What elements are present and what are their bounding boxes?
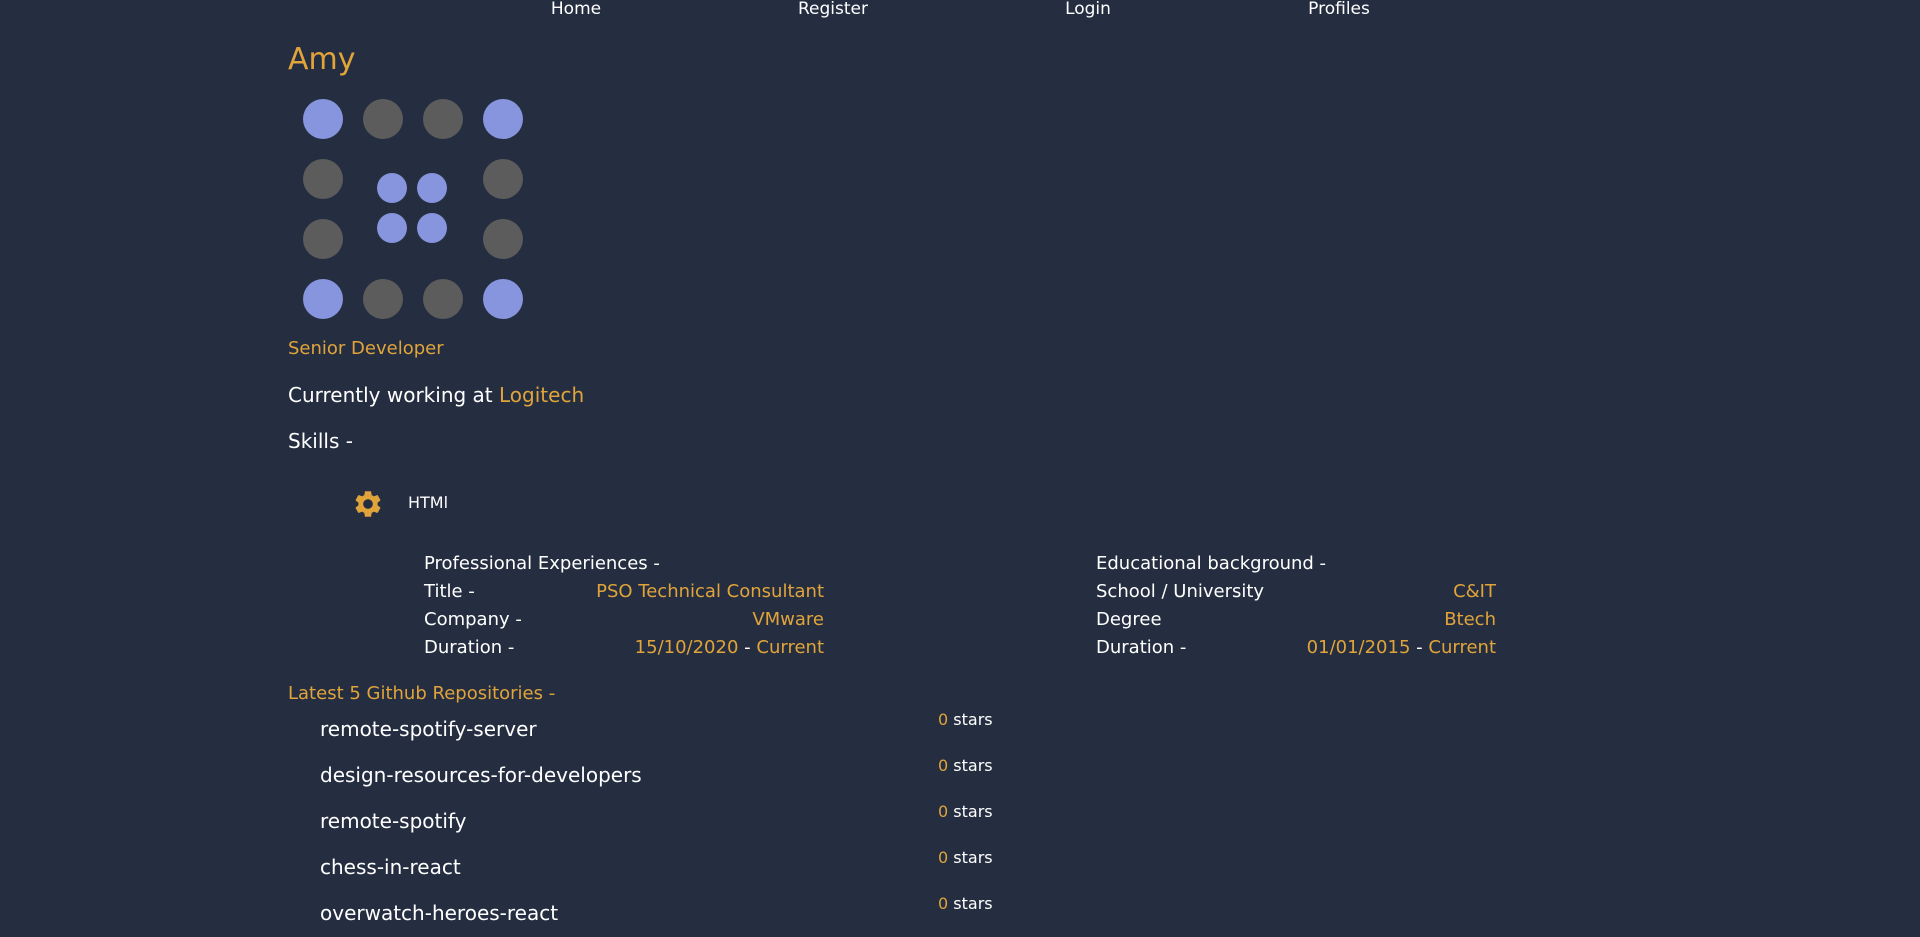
experience-company-value: VMware (752, 609, 824, 630)
experience-duration-sep: - (744, 637, 751, 658)
repo-stars-word: stars (953, 894, 993, 913)
repos-heading: Latest 5 Github Repositories - (288, 683, 556, 704)
repo-stars-word: stars (953, 848, 993, 867)
current-company: Logitech (499, 383, 585, 407)
repo-link[interactable]: remote-spotify (320, 809, 466, 833)
avatar-dot (303, 99, 343, 139)
profile-role: Senior Developer (288, 338, 444, 359)
avatar-dot (423, 99, 463, 139)
avatar-dot (377, 213, 407, 243)
education-school-label: School / University (1096, 581, 1265, 602)
repo-stars: 0 stars (938, 756, 993, 775)
repo-stars: 0 stars (938, 894, 993, 913)
skills-heading: Skills - (288, 429, 353, 453)
education-degree-label: Degree (1096, 609, 1162, 630)
avatar (288, 90, 528, 330)
repo-stars-count: 0 (938, 894, 949, 913)
experience-section: Professional Experiences - Title - PSO T… (424, 553, 824, 665)
repo-stars-count: 0 (938, 710, 949, 729)
repo-link[interactable]: chess-in-react (320, 855, 461, 879)
education-heading-row: Educational background - (1096, 553, 1496, 581)
nav-profiles-link[interactable]: Profiles (1308, 0, 1370, 19)
profile-page: Home Register Login Profiles Amy Senior … (0, 0, 1920, 937)
education-duration-to: Current (1428, 637, 1496, 658)
education-duration-row: Duration - 01/01/2015 - Current (1096, 637, 1496, 665)
repo-stars-count: 0 (938, 848, 949, 867)
repo-stars-word: stars (953, 710, 993, 729)
repo-link[interactable]: remote-spotify-server (320, 717, 537, 741)
gear-icon (355, 491, 381, 517)
skill-label: HTMl (408, 493, 449, 512)
nav-home-link[interactable]: Home (551, 0, 601, 19)
repo-link[interactable]: design-resources-for-developers (320, 763, 642, 787)
avatar-dot (483, 279, 523, 319)
repo-stars: 0 stars (938, 802, 993, 821)
experience-title-label: Title - (424, 581, 475, 602)
education-duration-value: 01/01/2015 - Current (1307, 637, 1496, 658)
repo-stars-word: stars (953, 802, 993, 821)
experience-duration-row: Duration - 15/10/2020 - Current (424, 637, 824, 665)
avatar-dot (303, 279, 343, 319)
education-heading: Educational background - (1096, 553, 1327, 574)
experience-title-value: PSO Technical Consultant (596, 581, 824, 602)
experience-duration-value: 15/10/2020 - Current (635, 637, 824, 658)
avatar-dot (363, 279, 403, 319)
current-employment: Currently working at Logitech (288, 383, 584, 407)
avatar-dot (417, 173, 447, 203)
avatar-dot (483, 219, 523, 259)
repo-stars: 0 stars (938, 710, 993, 729)
experience-duration-from: 15/10/2020 (634, 637, 739, 658)
repo-stars-count: 0 (938, 756, 949, 775)
education-section: Educational background - School / Univer… (1096, 553, 1496, 665)
nav-register-link[interactable]: Register (798, 0, 868, 19)
education-school-value: C&IT (1453, 581, 1496, 602)
repo-stars-count: 0 (938, 802, 949, 821)
avatar-dot (363, 99, 403, 139)
education-school-row: School / University C&IT (1096, 581, 1496, 609)
avatar-dot (303, 219, 343, 259)
experience-duration-label: Duration - (424, 637, 515, 658)
avatar-dot (417, 213, 447, 243)
working-prefix: Currently working at (288, 383, 493, 407)
avatar-dot (423, 279, 463, 319)
education-degree-row: Degree Btech (1096, 609, 1496, 637)
education-duration-sep: - (1416, 637, 1423, 658)
top-nav: Home Register Login Profiles (0, 0, 1920, 22)
repo-stars: 0 stars (938, 848, 993, 867)
avatar-dot (483, 159, 523, 199)
avatar-dot (377, 173, 407, 203)
avatar-dot (303, 159, 343, 199)
education-duration-from: 01/01/2015 (1306, 637, 1411, 658)
experience-title-row: Title - PSO Technical Consultant (424, 581, 824, 609)
profile-name: Amy (288, 42, 356, 77)
education-duration-label: Duration - (1096, 637, 1187, 658)
experience-duration-to: Current (756, 637, 824, 658)
education-degree-value: Btech (1444, 609, 1496, 630)
experience-heading: Professional Experiences - (424, 553, 660, 574)
repo-stars-word: stars (953, 756, 993, 775)
experience-heading-row: Professional Experiences - (424, 553, 824, 581)
experience-company-row: Company - VMware (424, 609, 824, 637)
experience-company-label: Company - (424, 609, 522, 630)
repo-link[interactable]: overwatch-heroes-react (320, 901, 558, 925)
nav-login-link[interactable]: Login (1065, 0, 1111, 19)
avatar-dot (483, 99, 523, 139)
